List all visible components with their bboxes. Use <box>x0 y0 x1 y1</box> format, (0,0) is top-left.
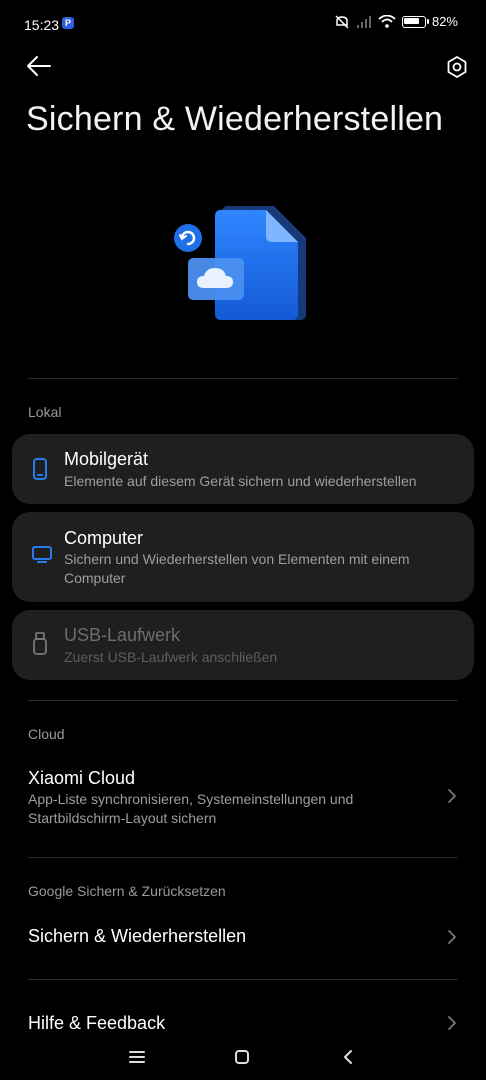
back-nav-icon[interactable] <box>342 1049 354 1065</box>
section-label-local: Lokal <box>28 404 62 420</box>
card-usb-drive: USB-Laufwerk Zuerst USB-Laufwerk anschli… <box>12 610 474 680</box>
battery-percentage: 82% <box>431 14 458 29</box>
battery-icon <box>401 15 429 28</box>
row-google-backup[interactable]: Sichern & Wiederherstellen <box>0 912 486 962</box>
row-title: Sichern & Wiederherstellen <box>28 926 247 946</box>
row-xiaomi-cloud[interactable]: Xiaomi Cloud App-Liste synchronisieren, … <box>0 756 486 842</box>
row-title: Xiaomi Cloud <box>28 768 136 788</box>
settings-gear-icon[interactable] <box>445 55 469 79</box>
menu-icon[interactable] <box>129 1050 145 1064</box>
chevron-right-icon <box>448 789 456 803</box>
wifi-icon <box>378 15 396 28</box>
backup-illustration <box>174 206 306 320</box>
section-label-cloud: Cloud <box>28 726 65 742</box>
monitor-icon <box>32 546 52 563</box>
card-subtitle: Elemente auf diesem Gerät sichern und wi… <box>64 473 417 489</box>
divider <box>28 857 458 858</box>
card-subtitle: Sichern und Wiederherstellen von Element… <box>64 551 410 586</box>
card-title: USB-Laufwerk <box>64 625 181 645</box>
page-title: Sichern & Wiederherstellen <box>26 100 444 138</box>
back-arrow-icon[interactable] <box>26 54 52 78</box>
divider <box>28 378 458 379</box>
status-icons: 82% <box>334 14 458 29</box>
section-label-google: Google Sichern & Zurücksetzen <box>28 883 226 899</box>
card-title: Mobilgerät <box>64 449 149 469</box>
card-title: Computer <box>64 528 144 548</box>
phone-icon <box>33 458 47 480</box>
signal-icon <box>356 15 371 28</box>
divider <box>28 979 458 980</box>
row-subtitle: App-Liste synchronisieren, Systemeinstel… <box>28 791 354 826</box>
card-computer[interactable]: Computer Sichern und Wiederherstellen vo… <box>12 512 474 602</box>
usb-drive-icon <box>33 632 47 655</box>
status-time: 15:23 <box>24 17 60 33</box>
chevron-right-icon <box>448 1016 456 1030</box>
system-navigation-bar <box>0 1030 486 1080</box>
chevron-right-icon <box>448 930 456 944</box>
divider <box>28 700 458 701</box>
card-mobile-device[interactable]: Mobilgerät Elemente auf diesem Gerät sic… <box>12 434 474 504</box>
app-notification-badge: P <box>62 17 74 29</box>
card-subtitle: Zuerst USB-Laufwerk anschließen <box>64 649 278 665</box>
home-icon[interactable] <box>234 1049 250 1065</box>
mute-icon <box>335 14 349 29</box>
